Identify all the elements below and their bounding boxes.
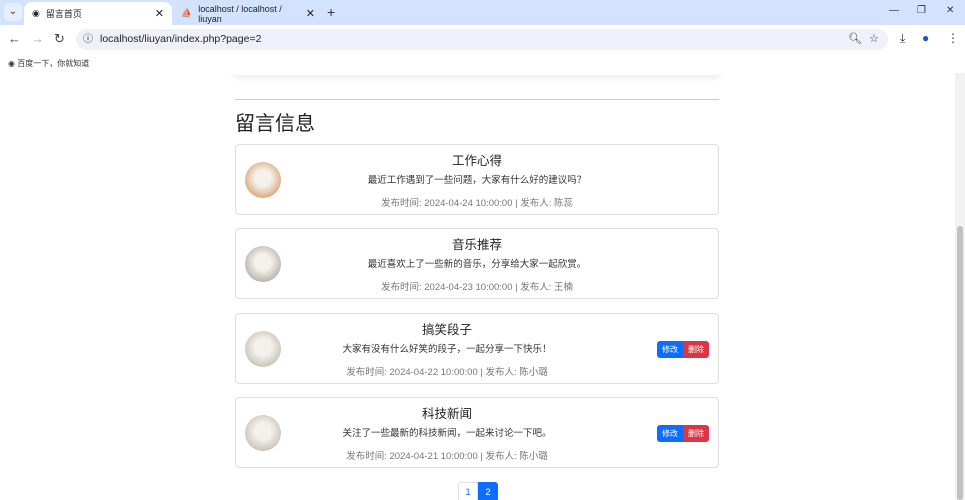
new-tab-button[interactable]: +	[327, 4, 335, 20]
bookmark-baidu[interactable]: ◉ 百度一下，你就知道	[8, 59, 89, 68]
page-title: 留言信息	[235, 113, 315, 135]
globe-icon: ◉	[32, 8, 40, 18]
phpmyadmin-icon: ⛵	[181, 8, 193, 18]
bookmarks-bar: ◉ 百度一下，你就知道	[0, 53, 965, 73]
scrollbar-thumb[interactable]	[957, 226, 963, 500]
bookmark-star-icon[interactable]: ☆	[869, 29, 879, 50]
message-body: 最近喜欢上了一些新的音乐，分享给大家一起欣赏。	[367, 259, 587, 270]
zoom-icon[interactable]: 🔍︎	[848, 29, 862, 50]
tab-phpmyadmin[interactable]: ⛵ localhost / localhost / liuyan ✕	[173, 2, 323, 25]
message-body: 最近工作遇到了一些问题，大家有什么好的建议吗？	[367, 175, 587, 186]
close-window-button[interactable]: ✕	[946, 5, 954, 16]
close-tab-icon[interactable]: ✕	[155, 7, 164, 20]
form-card	[235, 73, 719, 75]
edit-button[interactable]: 修改	[657, 425, 683, 442]
page-link-2[interactable]: 2	[478, 482, 498, 500]
message-card: 工作心得 最近工作遇到了一些问题，大家有什么好的建议吗？ 发布时间: 2024-…	[235, 144, 719, 215]
message-card: 音乐推荐 最近喜欢上了一些新的音乐，分享给大家一起欣赏。 发布时间: 2024-…	[235, 228, 719, 299]
forward-button[interactable]: →	[31, 31, 44, 46]
message-card: 科技新闻 关注了一些最新的科技新闻，一起来讨论一下吧。 发布时间: 2024-0…	[235, 397, 719, 468]
tab-search-button[interactable]: ⌄	[4, 3, 22, 21]
page-link-1[interactable]: 1	[458, 482, 478, 500]
message-title: 科技新闻	[421, 407, 472, 421]
message-meta: 发布时间: 2024-04-24 10:00:00 | 发布人: 陈蕊	[380, 198, 574, 209]
delete-button[interactable]: 删除	[683, 341, 709, 358]
message-title: 音乐推荐	[451, 238, 502, 252]
site-info-icon[interactable]: ⓘ	[83, 29, 93, 50]
message-meta: 发布时间: 2024-04-23 10:00:00 | 发布人: 王楠	[380, 282, 574, 293]
tab-active[interactable]: ◉ 留言首页 ✕	[24, 2, 172, 25]
pagination: 1 2	[458, 482, 498, 500]
close-tab-icon[interactable]: ✕	[306, 7, 315, 20]
reload-button[interactable]: ↻	[54, 31, 65, 47]
download-icon[interactable]: ⤓	[900, 31, 905, 46]
minimize-button[interactable]: —	[889, 5, 899, 16]
scrollbar[interactable]	[955, 73, 965, 500]
message-title: 工作心得	[451, 154, 502, 168]
menu-icon[interactable]: ⋮	[947, 31, 959, 45]
address-bar[interactable]: ⓘ localhost/liuyan/index.php?page=2 🔍︎ ☆	[76, 29, 888, 50]
back-button[interactable]: ←	[8, 31, 21, 46]
restore-button[interactable]: ❐	[917, 5, 926, 16]
message-body: 大家有没有什么好笑的段子，一起分享一下快乐！	[342, 344, 552, 355]
toolbar: ← → ↻ ⓘ localhost/liuyan/index.php?page=2…	[0, 25, 965, 53]
message-title: 搞笑段子	[421, 323, 472, 337]
message-body: 关注了一些最新的科技新闻，一起来讨论一下吧。	[342, 428, 552, 439]
tab-strip: ⌄ ◉ 留言首页 ✕ ⛵ localhost / localhost / liuyan…	[0, 0, 965, 25]
message-meta: 发布时间: 2024-04-22 10:00:00 | 发布人: 陈小璐	[346, 367, 548, 378]
message-meta: 发布时间: 2024-04-21 10:00:00 | 发布人: 陈小璐	[346, 451, 548, 462]
profile-icon[interactable]: ●	[922, 31, 929, 45]
page-content: 留言信息 工作心得 最近工作遇到了一些问题，大家有什么好的建议吗？ 发布时间: …	[0, 73, 955, 500]
globe-icon: ◉	[8, 59, 15, 68]
divider	[235, 99, 719, 100]
message-card: 搞笑段子 大家有没有什么好笑的段子，一起分享一下快乐！ 发布时间: 2024-0…	[235, 313, 719, 384]
edit-button[interactable]: 修改	[657, 341, 683, 358]
delete-button[interactable]: 删除	[683, 425, 709, 442]
